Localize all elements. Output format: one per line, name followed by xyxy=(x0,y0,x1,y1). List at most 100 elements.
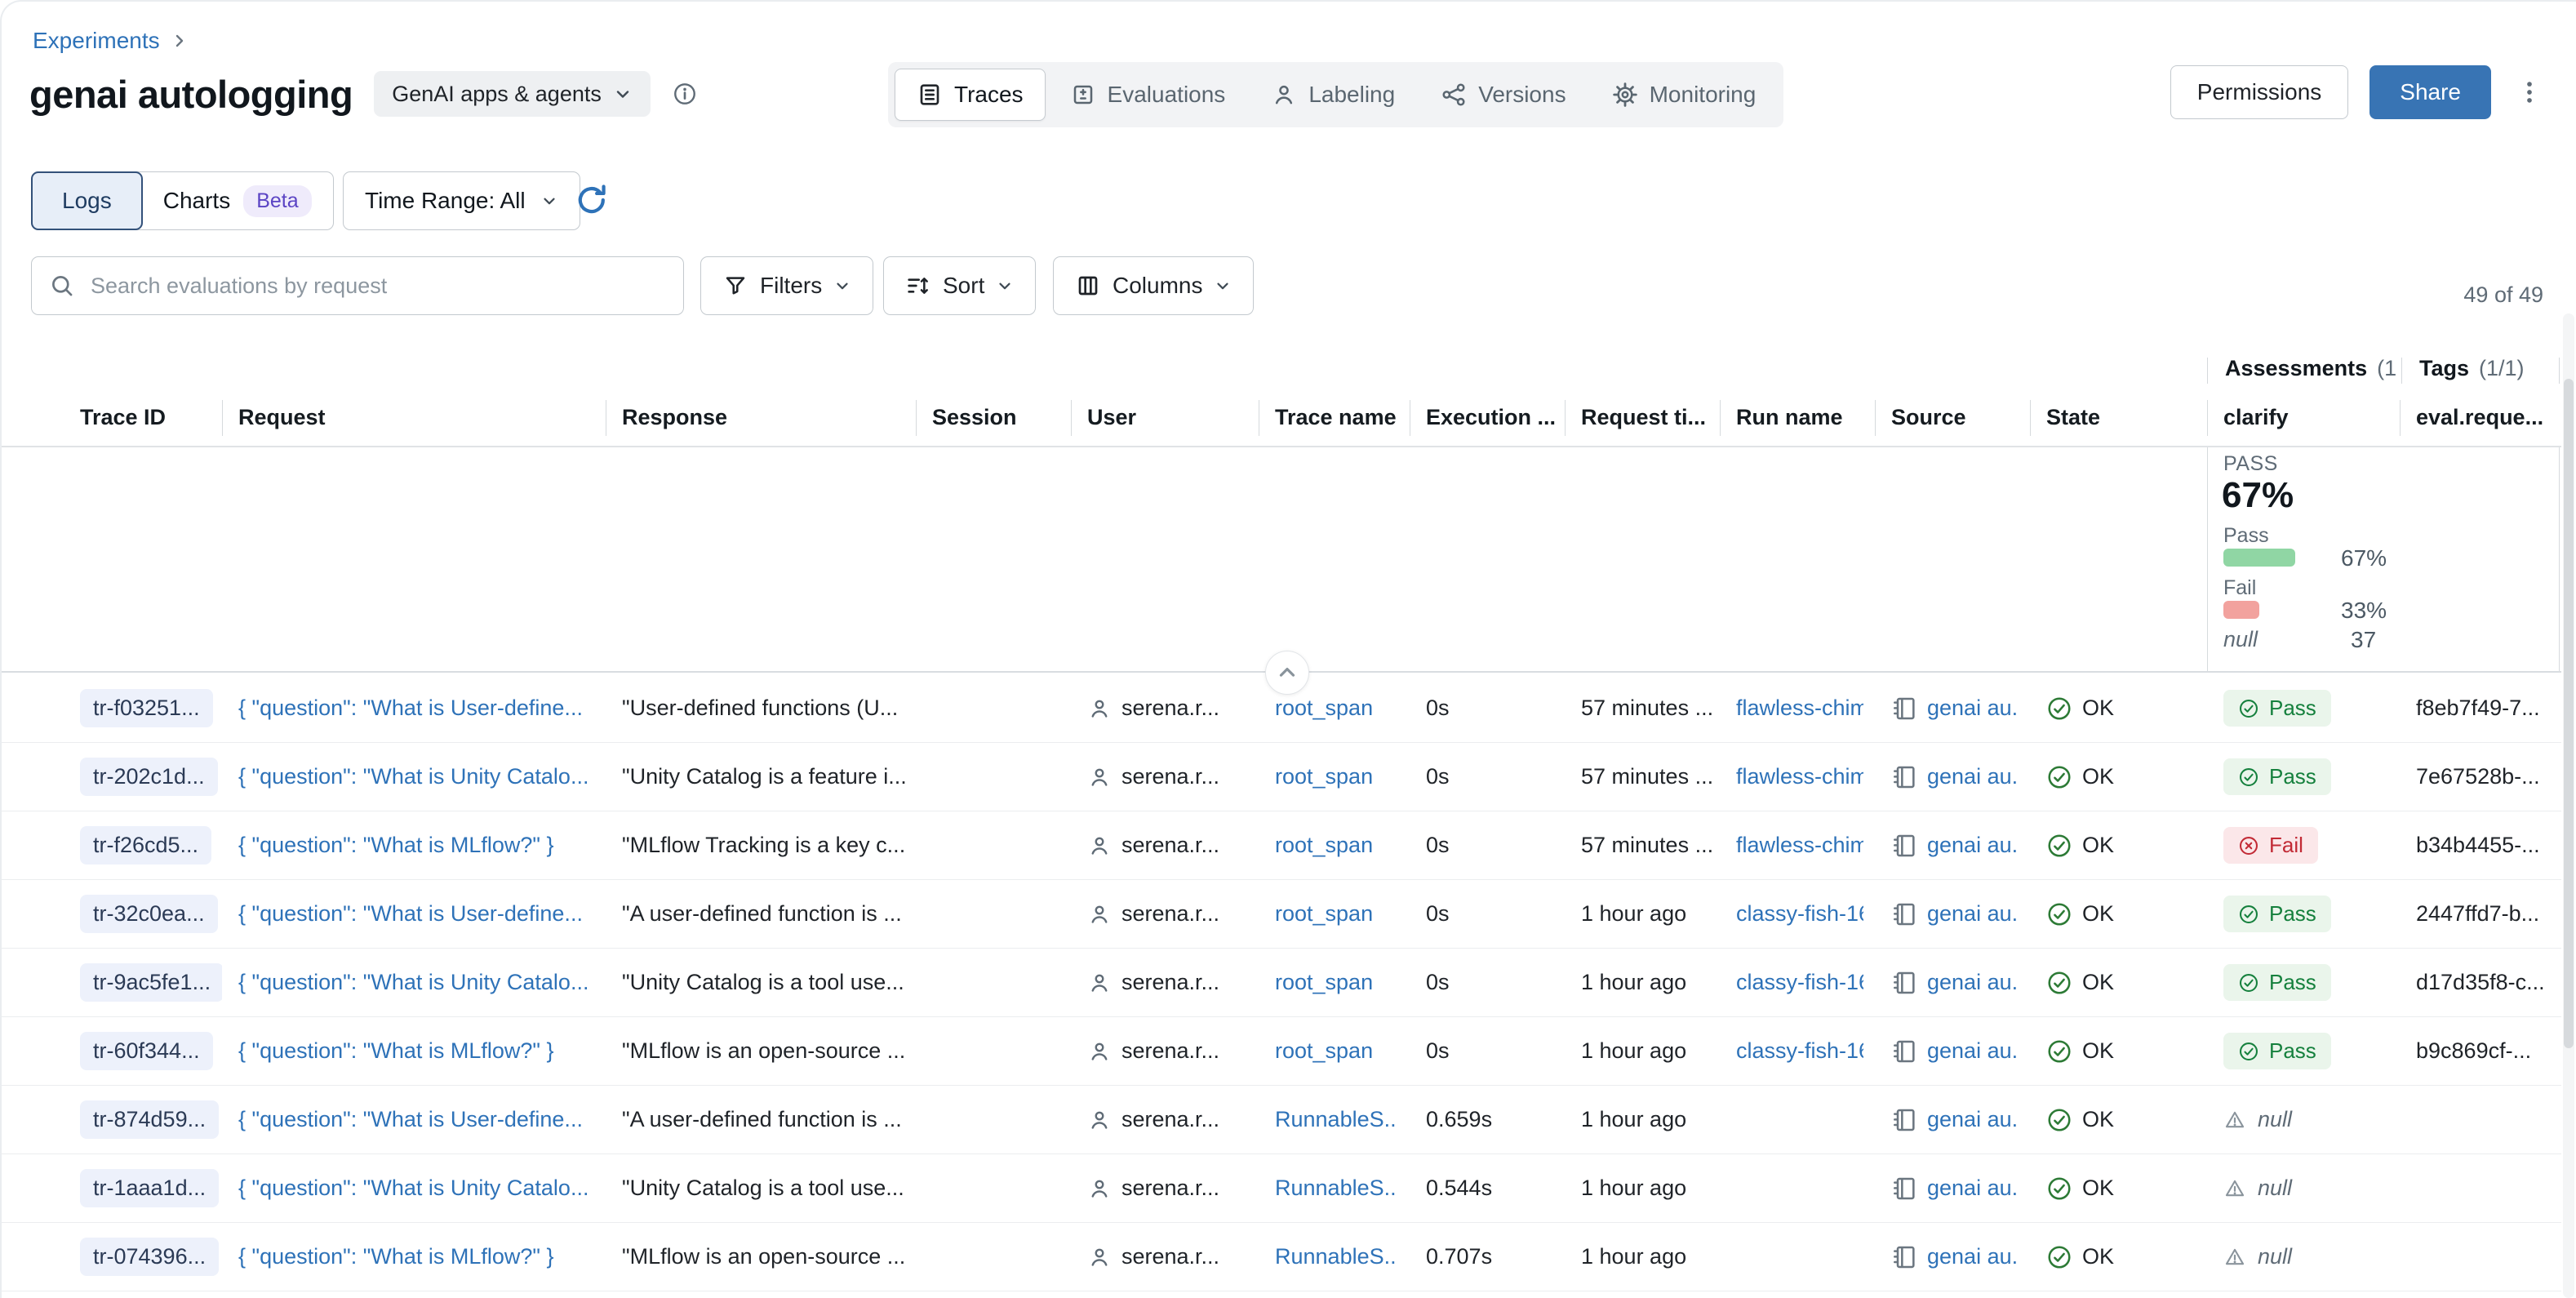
run-name-link[interactable]: classy-fish-16 xyxy=(1736,970,1863,995)
ok-status-icon xyxy=(2046,764,2072,790)
trace-name-link[interactable]: root_span xyxy=(1275,901,1373,927)
legend-fail-value: 33% xyxy=(2341,598,2387,624)
pass-badge: Pass xyxy=(2223,964,2331,1001)
sort-button[interactable]: Sort xyxy=(883,256,1036,315)
tab-labeling[interactable]: Labeling xyxy=(1250,69,1416,121)
run-name-link[interactable]: flawless-chim xyxy=(1736,833,1863,858)
eval-request-id: b9c869cf-... xyxy=(2416,1038,2531,1064)
tab-evaluations[interactable]: Evaluations xyxy=(1049,69,1247,121)
request-link[interactable]: { "question": "What is User-define... xyxy=(238,1107,583,1132)
trace-id-pill[interactable]: tr-f03251... xyxy=(80,689,213,727)
notebook-icon xyxy=(1891,901,1917,927)
trace-id-pill[interactable]: tr-074396... xyxy=(80,1238,219,1276)
time-range-dropdown[interactable]: Time Range: All xyxy=(343,171,580,230)
column-header-execution[interactable]: Execution ... xyxy=(1410,389,1565,446)
source-link[interactable]: genai au... xyxy=(1927,1107,2019,1132)
notebook-icon xyxy=(1891,833,1917,859)
trace-name-link[interactable]: root_span xyxy=(1275,1038,1373,1064)
request-link[interactable]: { "question": "What is MLflow?" } xyxy=(238,1244,554,1269)
trace-id-pill[interactable]: tr-32c0ea... xyxy=(80,895,218,933)
share-button[interactable]: Share xyxy=(2369,65,2491,119)
response-text: "Unity Catalog is a tool use... xyxy=(622,1176,904,1201)
charts-tab[interactable]: Charts Beta xyxy=(142,172,333,229)
request-link[interactable]: { "question": "What is MLflow?" } xyxy=(238,833,554,858)
source-link[interactable]: genai au... xyxy=(1927,696,2019,721)
collapse-summary-button[interactable] xyxy=(1265,651,1309,695)
trace-id-pill[interactable]: tr-60f344... xyxy=(80,1032,213,1070)
chevron-down-icon xyxy=(613,84,633,104)
legend-null-label: null xyxy=(2223,627,2258,652)
trace-id-pill[interactable]: tr-1aaa1d... xyxy=(80,1169,219,1207)
source-link[interactable]: genai au... xyxy=(1927,764,2019,789)
refresh-button[interactable] xyxy=(573,181,611,219)
eval-request-id: f8eb7f49-7... xyxy=(2416,696,2540,721)
trace-name-link[interactable]: RunnableS... xyxy=(1275,1107,1398,1132)
column-header-user[interactable]: User xyxy=(1071,389,1259,446)
experiment-type-dropdown[interactable]: GenAI apps & agents xyxy=(374,71,651,117)
table-row[interactable]: tr-60f344... { "question": "What is MLfl… xyxy=(2,1017,2561,1086)
trace-id-pill[interactable]: tr-f26cd5... xyxy=(80,826,211,865)
source-link[interactable]: genai au... xyxy=(1927,970,2019,995)
trace-name-link[interactable]: root_span xyxy=(1275,970,1373,995)
vertical-scrollbar-thumb[interactable] xyxy=(2564,379,2574,1048)
tab-traces[interactable]: Traces xyxy=(895,69,1046,121)
column-header-state[interactable]: State xyxy=(2030,389,2207,446)
column-header-source[interactable]: Source xyxy=(1875,389,2030,446)
request-link[interactable]: { "question": "What is Unity Catalo... xyxy=(238,970,588,995)
filters-button[interactable]: Filters xyxy=(700,256,873,315)
trace-name-link[interactable]: root_span xyxy=(1275,764,1373,789)
request-link[interactable]: { "question": "What is Unity Catalo... xyxy=(238,764,588,789)
source-link[interactable]: genai au... xyxy=(1927,1038,2019,1064)
trace-id-pill[interactable]: tr-874d59... xyxy=(80,1100,219,1139)
trace-id-pill[interactable]: tr-202c1d... xyxy=(80,758,218,796)
tab-monitoring[interactable]: Monitoring xyxy=(1591,69,1778,121)
breadcrumb-experiments-link[interactable]: Experiments xyxy=(33,28,160,54)
run-name-link[interactable]: flawless-chim xyxy=(1736,764,1863,789)
run-name-link[interactable]: classy-fish-16 xyxy=(1736,1038,1863,1064)
column-header-clarify[interactable]: clarify xyxy=(2207,389,2400,446)
source-link[interactable]: genai au... xyxy=(1927,1244,2019,1269)
source-link[interactable]: genai au... xyxy=(1927,1176,2019,1201)
trace-id-pill[interactable]: tr-9ac5fe1... xyxy=(80,963,222,1002)
columns-label: Columns xyxy=(1113,273,1202,299)
info-icon[interactable] xyxy=(672,81,698,107)
table-header-row: Trace ID Request Response Session User T… xyxy=(2,389,2561,447)
source-link[interactable]: genai au... xyxy=(1927,833,2019,858)
pass-badge: Pass xyxy=(2223,758,2331,795)
source-link[interactable]: genai au... xyxy=(1927,901,2019,927)
column-header-run-name[interactable]: Run name xyxy=(1720,389,1875,446)
state-text: OK xyxy=(2082,696,2114,721)
request-link[interactable]: { "question": "What is MLflow?" } xyxy=(238,1038,554,1064)
tab-versions[interactable]: Versions xyxy=(1419,69,1587,121)
column-header-trace-name[interactable]: Trace name xyxy=(1259,389,1410,446)
column-header-request[interactable]: Request xyxy=(222,389,606,446)
column-header-request-time[interactable]: Request ti... xyxy=(1565,389,1720,446)
table-row[interactable]: tr-9ac5fe1... { "question": "What is Uni… xyxy=(2,949,2561,1017)
overflow-menu-button[interactable] xyxy=(2512,73,2547,112)
run-name-link[interactable]: flawless-chim xyxy=(1736,696,1863,721)
request-link[interactable]: { "question": "What is User-define... xyxy=(238,696,583,721)
run-name-link[interactable]: classy-fish-16 xyxy=(1736,901,1863,927)
request-link[interactable]: { "question": "What is Unity Catalo... xyxy=(238,1176,588,1201)
table-row[interactable]: tr-074396... { "question": "What is MLfl… xyxy=(2,1223,2561,1291)
column-header-session[interactable]: Session xyxy=(916,389,1071,446)
columns-button[interactable]: Columns xyxy=(1053,256,1254,315)
trace-name-link[interactable]: root_span xyxy=(1275,696,1373,721)
column-header-eval-request[interactable]: eval.reque... xyxy=(2400,389,2561,446)
search-input[interactable] xyxy=(89,273,667,300)
permissions-button[interactable]: Permissions xyxy=(2170,65,2348,119)
trace-name-link[interactable]: RunnableS... xyxy=(1275,1176,1398,1201)
table-row[interactable]: tr-202c1d... { "question": "What is Unit… xyxy=(2,743,2561,811)
trace-name-link[interactable]: RunnableS... xyxy=(1275,1244,1398,1269)
table-row[interactable]: tr-32c0ea... { "question": "What is User… xyxy=(2,880,2561,949)
table-row[interactable]: tr-874d59... { "question": "What is User… xyxy=(2,1086,2561,1154)
table-row[interactable]: tr-f26cd5... { "question": "What is MLfl… xyxy=(2,811,2561,880)
request-link[interactable]: { "question": "What is User-define... xyxy=(238,901,583,927)
check-circle-icon xyxy=(2238,1041,2259,1062)
logs-tab[interactable]: Logs xyxy=(31,171,143,230)
user-name: serena.r... xyxy=(1121,833,1219,858)
trace-name-link[interactable]: root_span xyxy=(1275,833,1373,858)
column-header-response[interactable]: Response xyxy=(606,389,916,446)
column-header-trace-id[interactable]: Trace ID xyxy=(2,389,222,446)
table-row[interactable]: tr-1aaa1d... { "question": "What is Unit… xyxy=(2,1154,2561,1223)
